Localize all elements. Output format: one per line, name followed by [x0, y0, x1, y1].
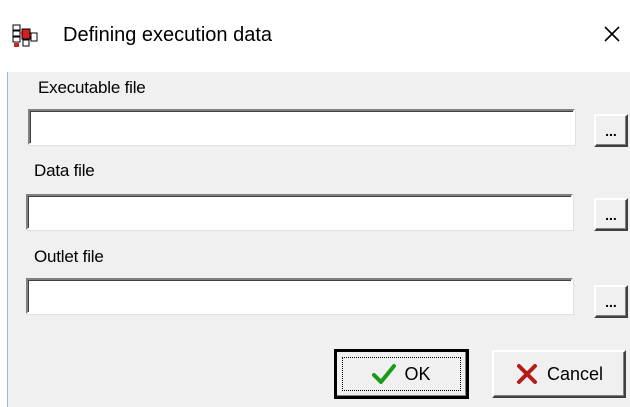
data-file-label: Data file [34, 161, 95, 180]
ok-button-label: OK [404, 363, 431, 384]
title-bar: Defining execution data [0, 0, 630, 72]
outlet-file-input[interactable] [26, 278, 573, 314]
window-title: Defining execution data [63, 24, 273, 46]
focus-rectangle [342, 357, 461, 391]
checkmark-icon [372, 364, 397, 384]
window-left-border [0, 72, 8, 407]
cancel-button-label: Cancel [546, 363, 604, 384]
executable-file-label: Executable file [38, 78, 146, 97]
dialog-window: Defining execution data Executable file … [0, 0, 630, 407]
ok-button[interactable]: OK [334, 349, 469, 399]
executable-file-browse-button[interactable]: ... [594, 114, 628, 147]
x-mark-icon [516, 364, 537, 384]
cancel-button[interactable]: Cancel [492, 350, 626, 398]
data-file-input[interactable] [26, 194, 573, 230]
executable-file-input[interactable] [28, 109, 575, 145]
close-icon[interactable] [600, 22, 624, 46]
data-file-browse-button[interactable]: ... [594, 198, 628, 231]
outlet-file-label: Outlet file [34, 247, 104, 266]
outlet-file-browse-button[interactable]: ... [594, 285, 628, 318]
app-icon [12, 24, 38, 47]
